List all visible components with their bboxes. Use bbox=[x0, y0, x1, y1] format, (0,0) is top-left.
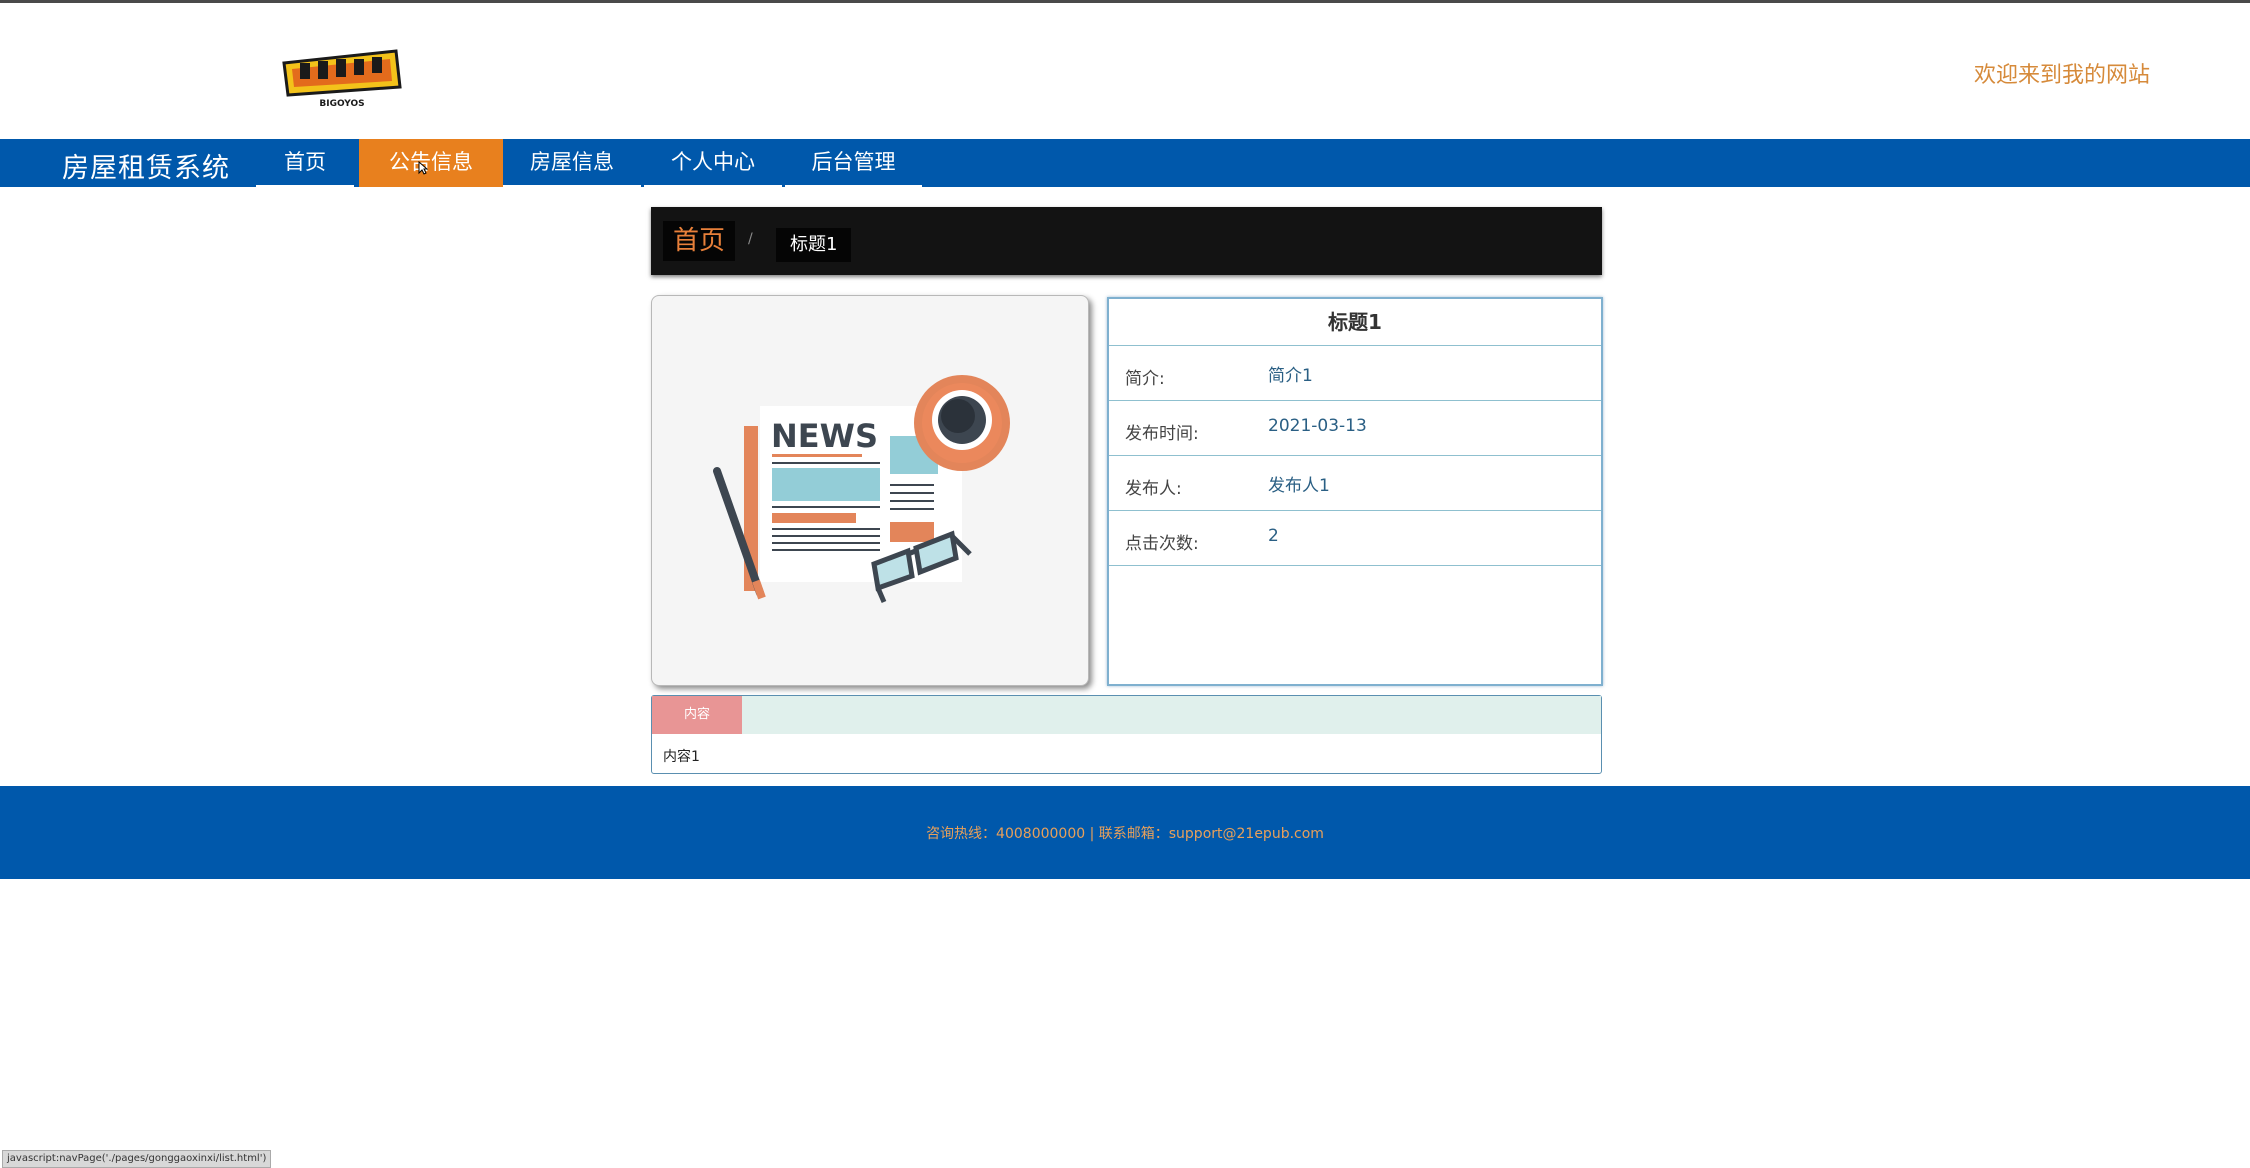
detail-label: 发布人: bbox=[1125, 479, 1182, 499]
detail-value: 2 bbox=[1268, 526, 1279, 546]
news-headline: NEWS bbox=[771, 417, 878, 455]
newspaper-illustration-icon: NEWS bbox=[713, 375, 1010, 603]
site-footer: 咨询热线：4008000000 | 联系邮箱：support@21epub.co… bbox=[0, 786, 2250, 879]
breadcrumb-separator: / bbox=[748, 231, 753, 247]
mouse-pointer-icon bbox=[418, 161, 428, 175]
announcement-image: NEWS bbox=[651, 295, 1089, 686]
tab-content[interactable]: 内容 bbox=[652, 696, 742, 734]
browser-status-bar: javascript:navPage('./pages/gonggaoxinxi… bbox=[2, 1150, 272, 1168]
announcement-details: 标题1 简介: 简介1 发布时间: 2021-03-13 发布人: 发布人1 点… bbox=[1107, 297, 1603, 686]
nav-item-announcements[interactable]: 公告信息 bbox=[359, 139, 503, 187]
announcement-title: 标题1 bbox=[1109, 299, 1601, 346]
detail-row: 发布时间: 2021-03-13 bbox=[1109, 401, 1601, 456]
nav-item-profile[interactable]: 个人中心 bbox=[644, 139, 782, 187]
site-logo[interactable]: BIGOYOS bbox=[278, 41, 406, 109]
detail-label: 发布时间: bbox=[1125, 424, 1199, 444]
detail-row: 点击次数: 2 bbox=[1109, 511, 1601, 566]
detail-value: 简介1 bbox=[1268, 366, 1313, 386]
site-brand: 房屋租赁系统 bbox=[62, 153, 230, 184]
breadcrumb-current: 标题1 bbox=[776, 228, 852, 262]
content-tab-bar: 内容 bbox=[652, 696, 1601, 734]
logo-text: BIGOYOS bbox=[319, 99, 364, 109]
welcome-text: 欢迎来到我的网站 bbox=[1974, 63, 2151, 88]
detail-value: 发布人1 bbox=[1268, 476, 1330, 496]
breadcrumb: 首页 / 标题1 bbox=[651, 207, 1602, 275]
detail-row: 发布人: 发布人1 bbox=[1109, 456, 1601, 511]
nav-item-admin[interactable]: 后台管理 bbox=[785, 139, 922, 187]
detail-label: 点击次数: bbox=[1125, 534, 1199, 554]
nav-item-houses[interactable]: 房屋信息 bbox=[503, 139, 641, 187]
site-header: BIGOYOS 欢迎来到我的网站 bbox=[0, 3, 2250, 139]
content-body: 内容1 bbox=[663, 749, 700, 765]
content-panel: 内容 内容1 bbox=[651, 695, 1602, 774]
nav-item-home[interactable]: 首页 bbox=[256, 139, 354, 187]
footer-contact: 咨询热线：4008000000 | 联系邮箱：support@21epub.co… bbox=[926, 826, 1324, 842]
detail-row: 简介: 简介1 bbox=[1109, 346, 1601, 401]
breadcrumb-home-link[interactable]: 首页 bbox=[663, 221, 736, 261]
detail-value: 2021-03-13 bbox=[1268, 416, 1367, 436]
detail-label: 简介: bbox=[1125, 369, 1165, 389]
main-nav: 房屋租赁系统 首页 公告信息 房屋信息 个人中心 后台管理 bbox=[0, 139, 2250, 187]
